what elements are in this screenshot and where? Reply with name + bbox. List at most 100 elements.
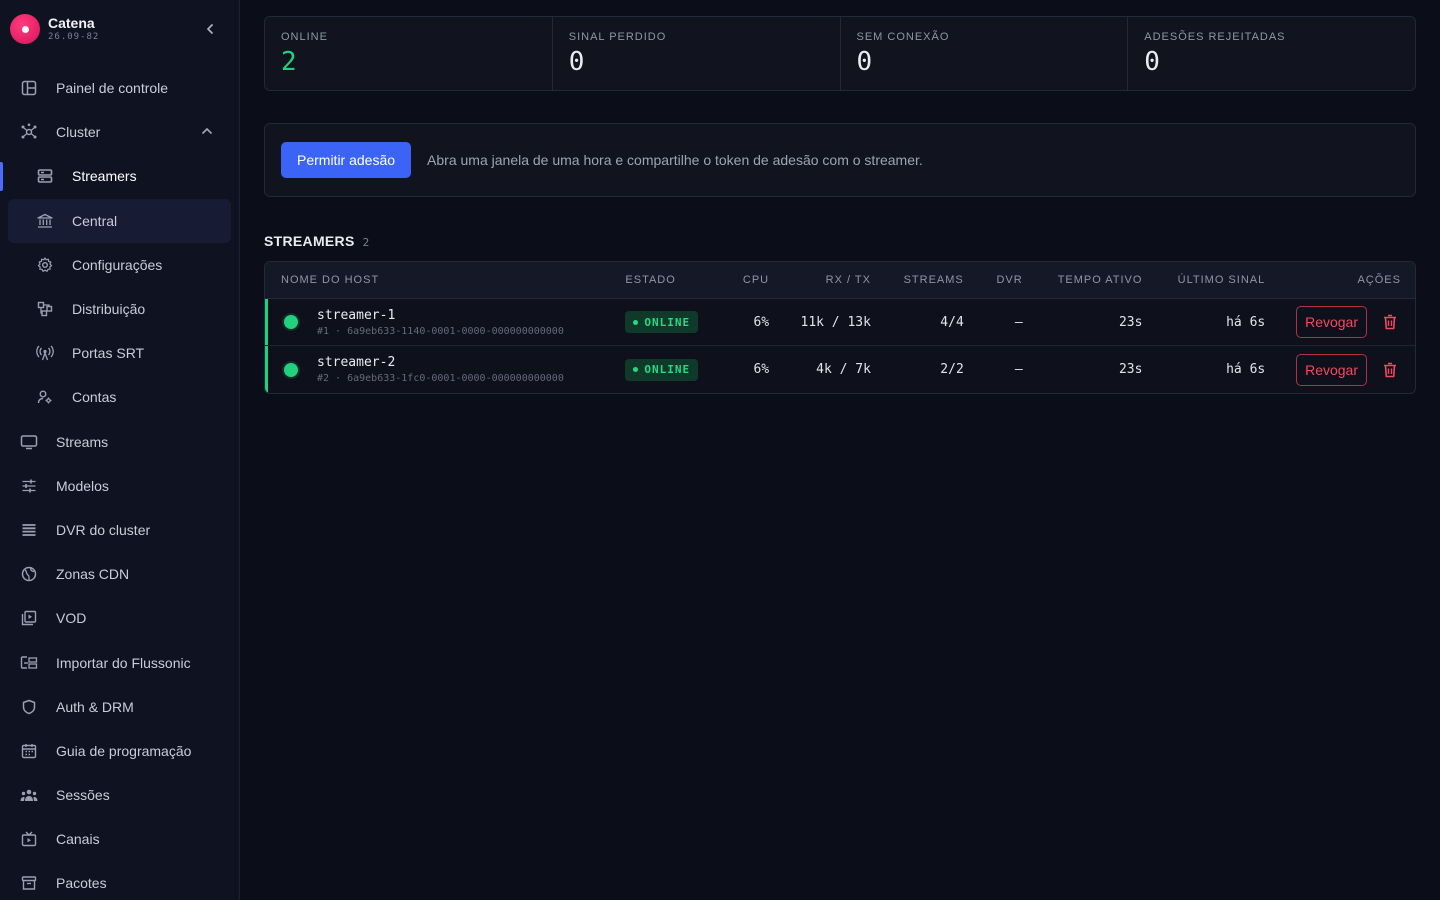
streams-value: 4/4 bbox=[940, 314, 964, 330]
archive-icon bbox=[20, 874, 38, 892]
chevron-up-icon bbox=[202, 128, 212, 135]
cpu-value: 6% bbox=[753, 314, 770, 330]
sidebar-item-label: Canais bbox=[56, 831, 100, 848]
table-row[interactable]: streamer-1 #1 · 6a9eb633-1140-0001-0000-… bbox=[265, 299, 1415, 346]
streamers-section-header: STREAMERS 2 bbox=[264, 233, 1416, 249]
sidebar-item-distribution[interactable]: Distribuição bbox=[0, 287, 239, 331]
list-icon bbox=[20, 521, 38, 539]
chevron-left-icon bbox=[207, 24, 213, 34]
sidebar-item-label: Zonas CDN bbox=[56, 566, 130, 583]
sidebar-item-streams[interactable]: Streams bbox=[0, 420, 239, 464]
tv-icon bbox=[20, 830, 38, 848]
stat-label: SINAL PERDIDO bbox=[568, 31, 667, 43]
sidebar-item-label: Configurações bbox=[72, 256, 163, 273]
sidebar-item-label: Portas SRT bbox=[72, 345, 145, 362]
dvr-value: — bbox=[1014, 362, 1023, 377]
trash-icon[interactable] bbox=[1381, 361, 1399, 379]
cpu-value: 6% bbox=[753, 362, 770, 377]
sidebar-item-label: Guia de programação bbox=[56, 742, 192, 759]
trash-icon[interactable] bbox=[1381, 313, 1399, 331]
revoke-button[interactable]: Revogar bbox=[1296, 306, 1367, 338]
stat-rejected-joins: ADESÕES REJEITADAS 0 bbox=[1128, 17, 1415, 90]
column-header-dvr[interactable]: DVR bbox=[964, 274, 1023, 286]
stat-value: 0 bbox=[1144, 47, 1160, 77]
dashboard-icon bbox=[20, 79, 38, 97]
column-header-last-signal[interactable]: ÚLTIMO SINAL bbox=[1142, 274, 1265, 286]
accounts-icon bbox=[36, 388, 54, 406]
sidebar-item-label: Streams bbox=[56, 433, 109, 450]
sidebar-item-accounts[interactable]: Contas bbox=[0, 375, 239, 419]
sidebar-item-dashboard[interactable]: Painel de controle bbox=[0, 66, 239, 110]
badge-dot-icon bbox=[633, 319, 639, 325]
column-header-streams[interactable]: STREAMS bbox=[871, 274, 964, 286]
collapse-sidebar-button[interactable] bbox=[198, 18, 222, 40]
globe-icon bbox=[20, 565, 38, 583]
column-header-rxtx[interactable]: RX / TX bbox=[769, 274, 871, 286]
sidebar-item-label: DVR do cluster bbox=[56, 521, 151, 538]
sidebar-item-label: Distribuição bbox=[72, 301, 146, 318]
last-signal-value: há 6s bbox=[1226, 314, 1266, 330]
status-dot-icon bbox=[284, 315, 298, 329]
streamers-table: NOME DO HOST ESTADO CPU RX / TX STREAMS … bbox=[264, 261, 1416, 394]
sidebar-item-import-flussonic[interactable]: Importar do Flussonic bbox=[0, 640, 239, 684]
sidebar-item-program-guide[interactable]: Guia de programação bbox=[0, 729, 239, 773]
brand-name: Catena bbox=[48, 15, 95, 31]
sidebar-item-sessions[interactable]: Sessões bbox=[0, 773, 239, 817]
sidebar-item-label: Streamers bbox=[72, 168, 137, 185]
column-header-host[interactable]: NOME DO HOST bbox=[265, 274, 625, 286]
column-header-state[interactable]: ESTADO bbox=[625, 274, 721, 286]
sidebar-item-label: Central bbox=[72, 212, 118, 229]
streams-value: 2/2 bbox=[940, 362, 964, 377]
sidebar-item-vod[interactable]: VOD bbox=[0, 596, 239, 640]
status-badge-label: ONLINE bbox=[644, 315, 691, 329]
badge-dot-icon bbox=[633, 367, 639, 372]
stat-value: 0 bbox=[568, 47, 585, 77]
sidebar-item-label: Pacotes bbox=[56, 875, 107, 892]
column-header-cpu[interactable]: CPU bbox=[721, 274, 769, 286]
stat-label: SEM CONEXÃO bbox=[856, 31, 950, 43]
revoke-button[interactable]: Revogar bbox=[1296, 353, 1367, 386]
sidebar-nav: Painel de controle Cluster Streamers Cen… bbox=[0, 66, 239, 900]
stat-label: ONLINE bbox=[281, 31, 328, 43]
sidebar-item-auth-drm[interactable]: Auth & DRM bbox=[0, 685, 239, 729]
main-content: ONLINE 2 SINAL PERDIDO 0 SEM CONEXÃO 0 A… bbox=[264, 16, 1416, 394]
sidebar-item-streamers[interactable]: Streamers bbox=[0, 154, 239, 198]
join-description: Abra uma janela de uma hora e compartilh… bbox=[427, 152, 923, 168]
dvr-value: — bbox=[1014, 314, 1023, 330]
status-badge: ONLINE bbox=[625, 311, 699, 333]
column-header-actions: AÇÕES bbox=[1357, 274, 1401, 286]
uptime-value: 23s bbox=[1118, 362, 1143, 377]
column-header-uptime[interactable]: TEMPO ATIVO bbox=[1023, 274, 1143, 286]
sidebar-item-srt-ports[interactable]: Portas SRT bbox=[0, 331, 239, 375]
host-name: streamer-1 bbox=[317, 307, 396, 323]
stat-no-connection: SEM CONEXÃO 0 bbox=[841, 17, 1129, 90]
sidebar-item-label: Cluster bbox=[56, 124, 101, 141]
stats-bar: ONLINE 2 SINAL PERDIDO 0 SEM CONEXÃO 0 A… bbox=[264, 16, 1416, 91]
sidebar-item-label: VOD bbox=[56, 610, 87, 627]
allow-join-button[interactable]: Permitir adesão bbox=[281, 142, 412, 178]
host-id: #2 · 6a9eb633-1fc0-0001-0000-00000000000… bbox=[317, 373, 564, 384]
brand[interactable]: Catena 26.09-82 bbox=[10, 12, 99, 46]
sidebar-item-templates[interactable]: Modelos bbox=[0, 464, 239, 508]
sidebar-item-central[interactable]: Central bbox=[0, 198, 239, 243]
status-dot-icon bbox=[284, 362, 298, 377]
table-header: NOME DO HOST ESTADO CPU RX / TX STREAMS … bbox=[265, 262, 1415, 299]
sidebar-item-cluster-dvr[interactable]: DVR do cluster bbox=[0, 508, 239, 552]
sidebar-item-packages[interactable]: Pacotes bbox=[0, 861, 239, 900]
stat-label: ADESÕES REJEITADAS bbox=[1144, 31, 1286, 43]
sidebar-item-label: Contas bbox=[72, 389, 117, 406]
stat-value: 0 bbox=[856, 47, 873, 77]
sidebar-item-settings[interactable]: Configurações bbox=[0, 243, 239, 287]
sliders-icon bbox=[20, 477, 38, 495]
sidebar-item-cluster[interactable]: Cluster bbox=[0, 110, 239, 154]
antenna-icon bbox=[36, 344, 54, 362]
status-badge: ONLINE bbox=[625, 358, 699, 381]
table-row[interactable]: streamer-2 #2 · 6a9eb633-1fc0-0001-0000-… bbox=[265, 346, 1415, 393]
gear-icon bbox=[36, 256, 54, 274]
cluster-icon bbox=[20, 123, 38, 141]
join-panel: Permitir adesão Abra uma janela de uma h… bbox=[264, 123, 1416, 197]
sidebar-item-cdn-zones[interactable]: Zonas CDN bbox=[0, 552, 239, 596]
sidebar-item-label: Painel de controle bbox=[56, 80, 169, 97]
last-signal-value: há 6s bbox=[1226, 362, 1266, 377]
sidebar-item-channels[interactable]: Canais bbox=[0, 817, 239, 861]
